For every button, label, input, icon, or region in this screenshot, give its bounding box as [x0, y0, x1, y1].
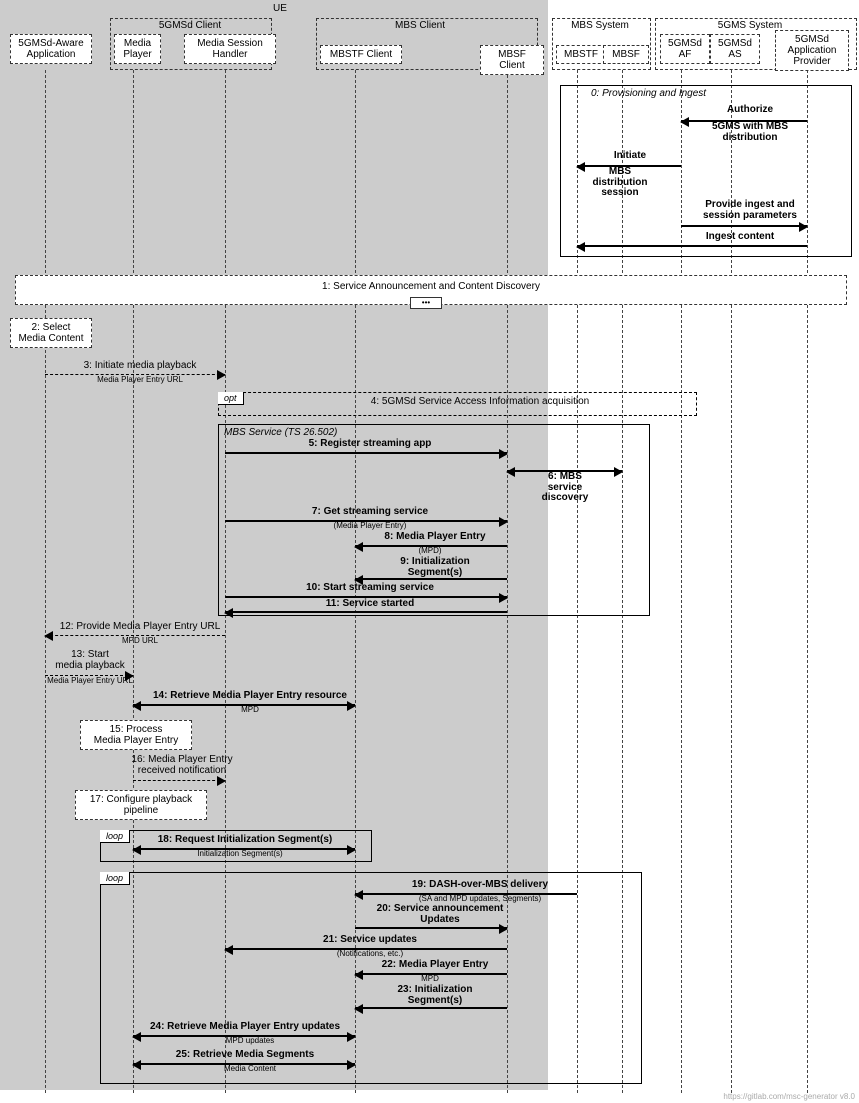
participant-msh: Media Session Handler [184, 34, 276, 64]
label-announce: 1: Service Announcement and Content Disc… [322, 281, 540, 292]
label-mpe22-sub: MPD [410, 975, 450, 983]
label-received-notif: 16: Media Player Entry received notifica… [122, 755, 242, 776]
lifeline-app [45, 70, 46, 1093]
sequence-diagram: UE 5GMSd Client MBS Client MBS System 5G… [0, 0, 859, 1103]
label-sa-updates: 20: Service announcement Updates [360, 904, 520, 925]
footer-credit: https://gitlab.com/msc-generator v8.0 [723, 1092, 855, 1101]
label-mpe22: 22: Media Player Entry [370, 960, 500, 971]
label-retrieve-mpe-sub: MPD [220, 706, 280, 714]
label-start-stream: 10: Start streaming service [280, 583, 460, 594]
label-init9: 9: Initialization Segment(s) [370, 557, 500, 578]
label-initiate-playback: 3: Initiate media playback [70, 361, 210, 372]
tag-opt: opt [218, 392, 244, 405]
msg-provide-ingest [681, 225, 807, 227]
msg-received-notif [133, 780, 225, 781]
msg-init23 [355, 1007, 507, 1009]
group-mbs-system-label: MBS System [560, 20, 640, 31]
label-retrieve-segments-sub: Media Content [200, 1065, 300, 1073]
msg-sa-updates [355, 927, 507, 929]
group-mbs-client-label: MBS Client [380, 20, 460, 31]
provisioning-title: 0: Provisioning and Ingest [591, 89, 706, 100]
label-start-playback-sub: Media Player Entry URL [45, 677, 135, 685]
group-gmsd-client-label: 5GMSd Client [140, 20, 240, 31]
participant-mbsf-client: MBSF Client [480, 45, 544, 75]
label-dash-mbs: 19: DASH-over-MBS delivery [380, 880, 580, 891]
label-provide-mpe-url-sub: MPD URL [100, 637, 180, 645]
mbs-service-title: MBS Service (TS 26.502) [224, 427, 337, 438]
label-discovery: 6: MBS service discovery [520, 472, 610, 504]
label-get-service: 7: Get streaming service [290, 507, 450, 518]
group-gms-system-label: 5GMS System [700, 20, 800, 31]
label-authorize: Authorize [700, 105, 800, 116]
participant-app: 5GMSd-Aware Application [10, 34, 92, 64]
label-retrieve-segments: 25: Retrieve Media Segments [150, 1050, 340, 1061]
label-svc-updates-sub: (Notifications, etc.) [320, 950, 420, 958]
label-provide-mpe-url: 12: Provide Media Player Entry URL [50, 622, 230, 633]
label-retrieve-updates-sub: MPD updates [200, 1037, 300, 1045]
participant-mbsf: MBSF [603, 45, 649, 64]
participant-mbstf-client: MBSTF Client [320, 45, 402, 64]
label-svc-updates: 21: Service updates [300, 935, 440, 946]
label-get-service-sub: (Media Player Entry) [300, 522, 440, 530]
participant-app-provider: 5GMSd Application Provider [775, 30, 849, 71]
label-retrieve-mpe: 14: Retrieve Media Player Entry resource [140, 691, 360, 702]
label-initiate: Initiate [590, 151, 670, 162]
msg-init9 [355, 578, 507, 580]
label-sai-acq: 4: 5GMSd Service Access Information acqu… [330, 397, 630, 408]
label-req-init: 18: Request Initialization Segment(s) [140, 835, 350, 846]
participant-mbstf: MBSTF [556, 45, 606, 64]
msg-register [225, 452, 507, 454]
label-mpe8-sub: (MPD) [400, 547, 460, 555]
msg-started [225, 611, 507, 613]
label-initiate-playback-sub: Media Player Entry URL [80, 376, 200, 384]
label-initiate-sub: MBS distribution session [580, 167, 660, 199]
label-start-playback: 13: Start media playback [45, 650, 135, 671]
label-provide-ingest: Provide ingest and session parameters [690, 200, 810, 221]
label-started: 11: Service started [300, 599, 440, 610]
label-ingest-content: Ingest content [680, 232, 800, 243]
tag-loop-2: loop [100, 872, 130, 885]
label-register: 5: Register streaming app [290, 439, 450, 450]
msg-ingest-content [577, 245, 807, 247]
label-mpe8: 8: Media Player Entry [370, 532, 500, 543]
participant-gmsd-as: 5GMSd AS [710, 34, 760, 64]
label-authorize-sub: 5GMS with MBS distribution [700, 122, 800, 143]
label-retrieve-updates: 24: Retrieve Media Player Entry updates [135, 1022, 355, 1033]
label-req-init-sub: Initialization Segment(s) [170, 850, 310, 858]
group-ue-label: UE [260, 3, 300, 14]
label-init23: 23: Initialization Segment(s) [375, 985, 495, 1006]
participant-mediaplayer: Media Player [114, 34, 161, 64]
note-process-mpe: 15: Process Media Player Entry [80, 720, 192, 750]
note-select: 2: Select Media Content [10, 318, 92, 348]
note-configure-pipeline: 17: Configure playback pipeline [75, 790, 207, 820]
participant-gmsd-af: 5GMSd AF [660, 34, 710, 64]
continuation-icon: ••• [410, 297, 442, 309]
tag-loop-1: loop [100, 830, 130, 843]
